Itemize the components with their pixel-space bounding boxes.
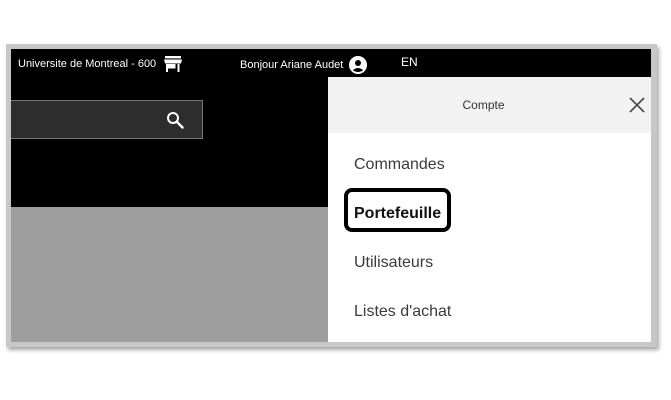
highlight-box bbox=[344, 188, 451, 232]
account-menu-trigger[interactable]: Bonjour Ariane Audet bbox=[240, 56, 368, 74]
account-circle-icon bbox=[349, 56, 368, 74]
greeting-text: Bonjour Ariane Audet bbox=[240, 59, 344, 71]
top-bar: Universite de Montreal - 600 Bonjour Ari… bbox=[11, 49, 651, 77]
menu-item-utilisateurs[interactable]: Utilisateurs bbox=[354, 254, 433, 272]
drawer-title: Compte bbox=[462, 98, 505, 112]
store-icon bbox=[164, 56, 183, 72]
menu-item-commandes[interactable]: Commandes bbox=[354, 156, 445, 174]
search-icon[interactable] bbox=[166, 111, 184, 129]
language-toggle[interactable]: EN bbox=[401, 55, 418, 69]
store-selector[interactable]: Universite de Montreal - 600 bbox=[18, 56, 183, 72]
screenshot-frame: Universite de Montreal - 600 Bonjour Ari… bbox=[6, 44, 657, 347]
close-icon[interactable] bbox=[628, 96, 646, 114]
account-drawer: Compte Commandes Portefeuille Utilisateu… bbox=[328, 77, 651, 342]
store-label: Universite de Montreal - 600 bbox=[18, 58, 157, 70]
drawer-header: Compte bbox=[328, 77, 651, 133]
menu-item-listes-achat[interactable]: Listes d'achat bbox=[354, 303, 451, 321]
app-window: Universite de Montreal - 600 Bonjour Ari… bbox=[11, 49, 651, 342]
search-input[interactable] bbox=[11, 100, 203, 139]
